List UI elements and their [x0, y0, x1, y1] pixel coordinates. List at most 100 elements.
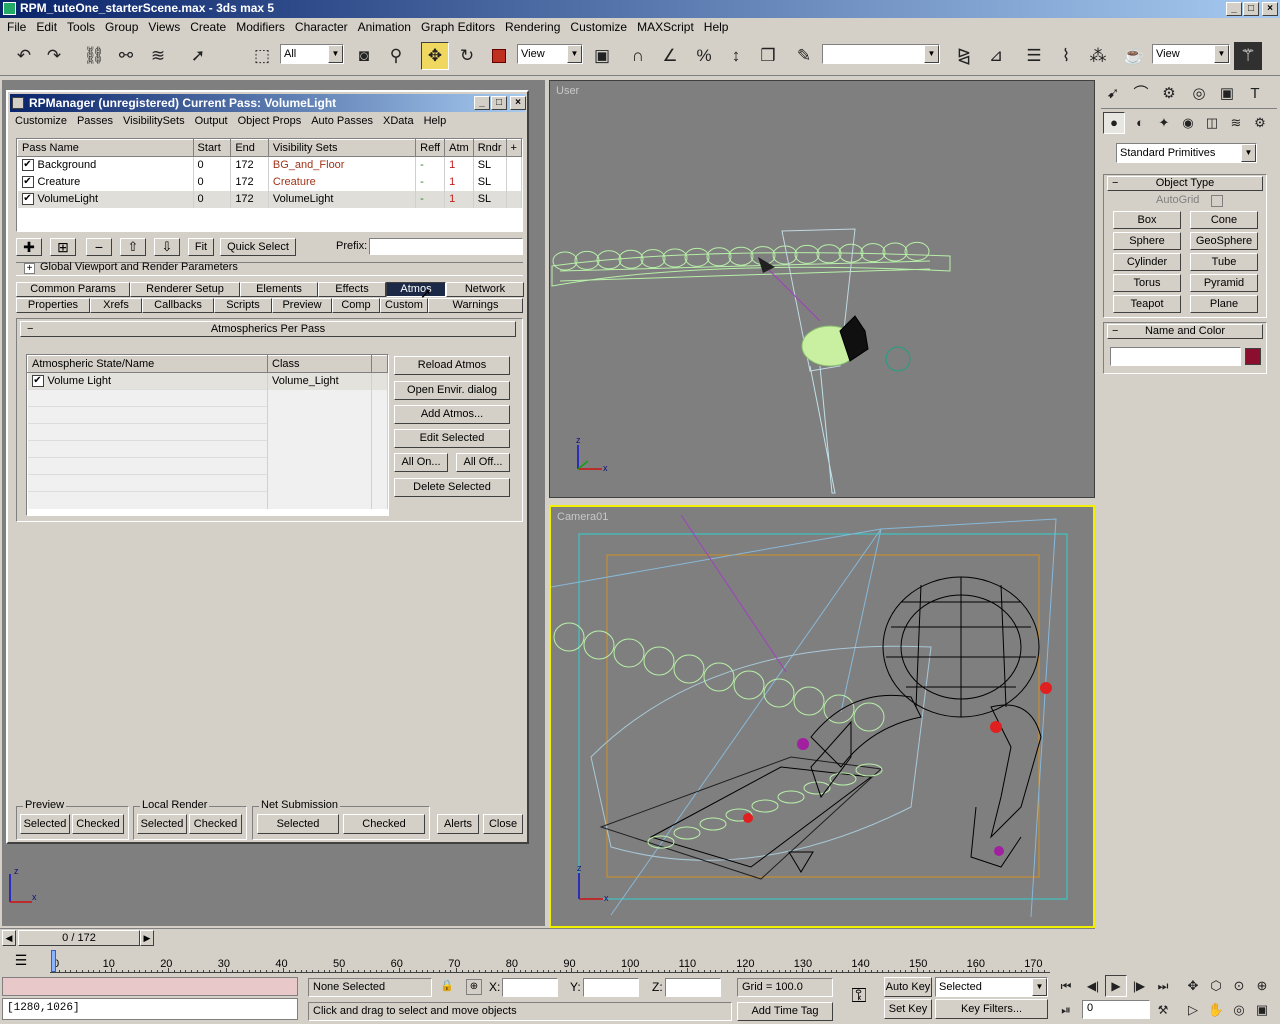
remove-pass-button[interactable]: − — [86, 238, 112, 256]
field-of-view-icon[interactable]: ▷ — [1182, 999, 1204, 1021]
pass-row[interactable]: ✔ VolumeLight 0 172 VolumeLight -1 SL — [17, 190, 522, 208]
snap-icon[interactable]: ∩ — [624, 42, 652, 70]
net-checked-button[interactable]: Checked — [343, 814, 425, 834]
menu-item-maxscript[interactable]: MAXScript — [632, 18, 699, 36]
menu-item-views[interactable]: Views — [143, 18, 185, 36]
plane-button[interactable]: Plane — [1190, 295, 1258, 313]
mirror-icon[interactable]: ⧎ — [950, 42, 978, 70]
edit-named-selection-icon[interactable]: ✎ — [790, 42, 818, 70]
reload-atmos-button[interactable]: Reload Atmos — [394, 356, 510, 375]
select-and-rotate-icon[interactable]: ↻ — [453, 42, 481, 70]
menu-item-character[interactable]: Character — [290, 18, 353, 36]
key-mode-toggle-icon[interactable]: ⏯ — [1055, 999, 1077, 1021]
tab-scripts[interactable]: Scripts — [214, 298, 272, 313]
rpm-menu-item-passes[interactable]: Passes — [72, 112, 118, 130]
maxscript-listener[interactable] — [2, 977, 298, 996]
torus-button[interactable]: Torus — [1113, 274, 1181, 292]
open-envir-dialog-button[interactable]: Open Envir. dialog — [394, 381, 510, 400]
close-button[interactable]: × — [1262, 2, 1278, 16]
create-tab-icon[interactable]: ➹ — [1100, 80, 1126, 106]
orbit-icon[interactable]: ◎ — [1228, 999, 1250, 1021]
rpm-menu-item-object-props[interactable]: Object Props — [233, 112, 307, 130]
alerts-button[interactable]: Alerts — [437, 814, 479, 834]
pass-col-7[interactable]: + — [505, 139, 522, 157]
rpm-menu-item-help[interactable]: Help — [419, 112, 452, 130]
teapot-button[interactable]: Teapot — [1113, 295, 1181, 313]
tab-properties[interactable]: Properties — [16, 298, 90, 313]
named-selection-icon[interactable]: ❒ — [754, 42, 782, 70]
tab-renderer-setup[interactable]: Renderer Setup — [130, 282, 240, 297]
all-on-button[interactable]: All On... — [394, 453, 448, 472]
move-up-button[interactable]: ⇧ — [120, 238, 146, 256]
tab-warnings[interactable]: Warnings — [428, 298, 523, 313]
lock-icon[interactable]: 🔒 — [440, 979, 454, 995]
expand-icon[interactable]: + — [24, 263, 35, 274]
sphere-button[interactable]: Sphere — [1113, 232, 1181, 250]
time-config-icon[interactable]: ⚒ — [1152, 999, 1174, 1021]
maxscript-listener-output[interactable]: [1280,1026] — [2, 998, 298, 1020]
percent-snap-icon[interactable]: % — [690, 42, 718, 70]
render-scene-icon[interactable]: ☕ — [1120, 42, 1148, 70]
space-warps-icon[interactable]: ≋ — [1225, 112, 1247, 134]
systems-icon[interactable]: ⚙ — [1249, 112, 1271, 134]
atmos-col-class[interactable]: Class — [267, 355, 372, 373]
rpm-close-dialog-button[interactable]: Close — [483, 814, 523, 834]
pass-col-4[interactable]: Reff — [415, 139, 446, 157]
atmos-col-name[interactable]: Atmospheric State/Name — [27, 355, 268, 373]
pivot-icon[interactable]: ▣ — [588, 42, 616, 70]
helpers-icon[interactable]: ◫ — [1201, 112, 1223, 134]
tab-comp[interactable]: Comp — [332, 298, 380, 313]
select-icon[interactable]: ➚ — [184, 42, 212, 70]
tab-callbacks[interactable]: Callbacks — [142, 298, 214, 313]
menu-item-rendering[interactable]: Rendering — [500, 18, 565, 36]
absolute-mode-icon[interactable]: ⊕ — [466, 979, 482, 995]
current-frame-input[interactable]: 0 — [1082, 1000, 1150, 1019]
box-button[interactable]: Box — [1113, 211, 1181, 229]
key-filters-button[interactable]: Key Filters... — [935, 999, 1048, 1019]
preview-selected-button[interactable]: Selected — [20, 814, 70, 834]
object-name-input[interactable] — [1110, 347, 1241, 366]
set-key-button[interactable]: Set Key — [884, 999, 932, 1019]
play-icon[interactable]: ▶ — [1105, 975, 1127, 997]
prefix-input[interactable] — [369, 238, 523, 255]
menu-item-edit[interactable]: Edit — [31, 18, 62, 36]
shapes-icon[interactable]: ◐ — [1129, 112, 1151, 134]
select-by-name-icon[interactable]: ◙ — [350, 42, 378, 70]
quick-select-button[interactable]: Quick Select — [220, 238, 296, 256]
redo-icon[interactable]: ↷ — [40, 42, 68, 70]
time-slider-track[interactable]: ◀ 0 / 172 ▶ — [0, 928, 1095, 946]
cameras-icon[interactable]: ◉ — [1177, 112, 1199, 134]
add-time-tag-button[interactable]: Add Time Tag — [737, 1002, 833, 1021]
pass-col-2[interactable]: End — [230, 139, 269, 157]
collapse-icon[interactable]: − — [1112, 177, 1118, 190]
next-frame-icon[interactable]: |▶ — [1128, 975, 1150, 997]
rpm-titlebar[interactable]: RPManager (unregistered) Current Pass: V… — [10, 94, 526, 112]
rpm-minimize-button[interactable]: _ — [474, 96, 490, 110]
geosphere-button[interactable]: GeoSphere — [1190, 232, 1258, 250]
select-and-scale-icon[interactable] — [485, 42, 513, 70]
hand-pan-icon[interactable]: ✋ — [1205, 999, 1227, 1021]
auto-key-button[interactable]: Auto Key — [884, 977, 932, 997]
local-checked-button[interactable]: Checked — [189, 814, 242, 834]
maximize-viewport-icon[interactable]: ▣ — [1251, 999, 1273, 1021]
menu-item-modifiers[interactable]: Modifiers — [231, 18, 290, 36]
layer-manager-icon[interactable]: ☰ — [1020, 42, 1048, 70]
rpm-menu-item-auto-passes[interactable]: Auto Passes — [306, 112, 378, 130]
duplicate-pass-button[interactable]: ⊞ — [50, 238, 76, 256]
pass-checkbox[interactable]: ✔ — [21, 176, 34, 189]
autogrid-checkbox[interactable] — [1211, 195, 1223, 207]
bind-space-warp-icon[interactable]: ≋ — [144, 42, 172, 70]
minimize-button[interactable]: _ — [1226, 2, 1242, 16]
y-coord-input[interactable] — [583, 978, 639, 997]
named-selection-dropdown[interactable]: ▼ — [822, 44, 940, 64]
tab-elements[interactable]: Elements — [240, 282, 318, 297]
rpm-menu-item-xdata[interactable]: XData — [378, 112, 419, 130]
hierarchy-tab-icon[interactable]: ⚙ — [1156, 80, 1182, 106]
prev-frame-icon[interactable]: ◀| — [1082, 975, 1104, 997]
unlink-icon[interactable]: ⚯ — [112, 42, 140, 70]
zoom-extents-icon[interactable]: ⬡ — [1205, 975, 1227, 997]
x-coord-input[interactable] — [502, 978, 558, 997]
motion-tab-icon[interactable]: ◎ — [1186, 80, 1212, 106]
atmos-rollout-header[interactable]: − Atmospherics Per Pass — [20, 321, 516, 337]
add-atmos-button[interactable]: Add Atmos... — [394, 405, 510, 424]
